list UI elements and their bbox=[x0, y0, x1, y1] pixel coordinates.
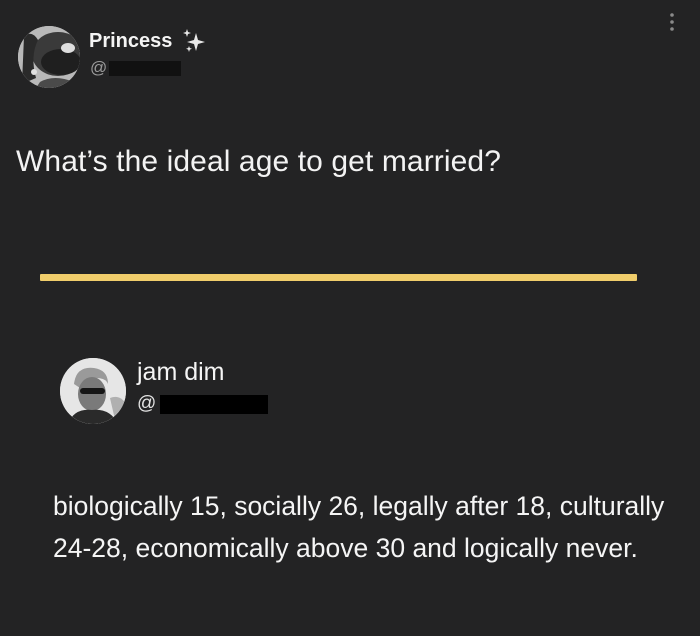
jam-dim-avatar[interactable] bbox=[60, 358, 126, 424]
princess-name[interactable]: Princess bbox=[89, 30, 172, 53]
reply-text: biologically 15, socially 26, legally af… bbox=[53, 491, 665, 563]
princess-handle-text: @ bbox=[90, 58, 108, 77]
post-card: Princess @ What’s the ideal age to get m… bbox=[0, 0, 700, 636]
handle-redaction bbox=[160, 394, 269, 414]
post-question-text: What’s the ideal age to get married? bbox=[16, 145, 501, 178]
handle-redaction bbox=[109, 60, 182, 76]
yellow-divider bbox=[40, 274, 637, 281]
princess-handle[interactable]: @ bbox=[90, 58, 182, 78]
jam-dim-handle[interactable]: @ bbox=[137, 393, 269, 415]
sparkle-icon bbox=[183, 29, 205, 52]
jam-dim-handle-text: @ bbox=[137, 393, 157, 414]
princess-avatar[interactable] bbox=[18, 26, 80, 88]
more-options-icon[interactable] bbox=[667, 10, 677, 34]
jam-dim-name[interactable]: jam dim bbox=[137, 358, 225, 387]
